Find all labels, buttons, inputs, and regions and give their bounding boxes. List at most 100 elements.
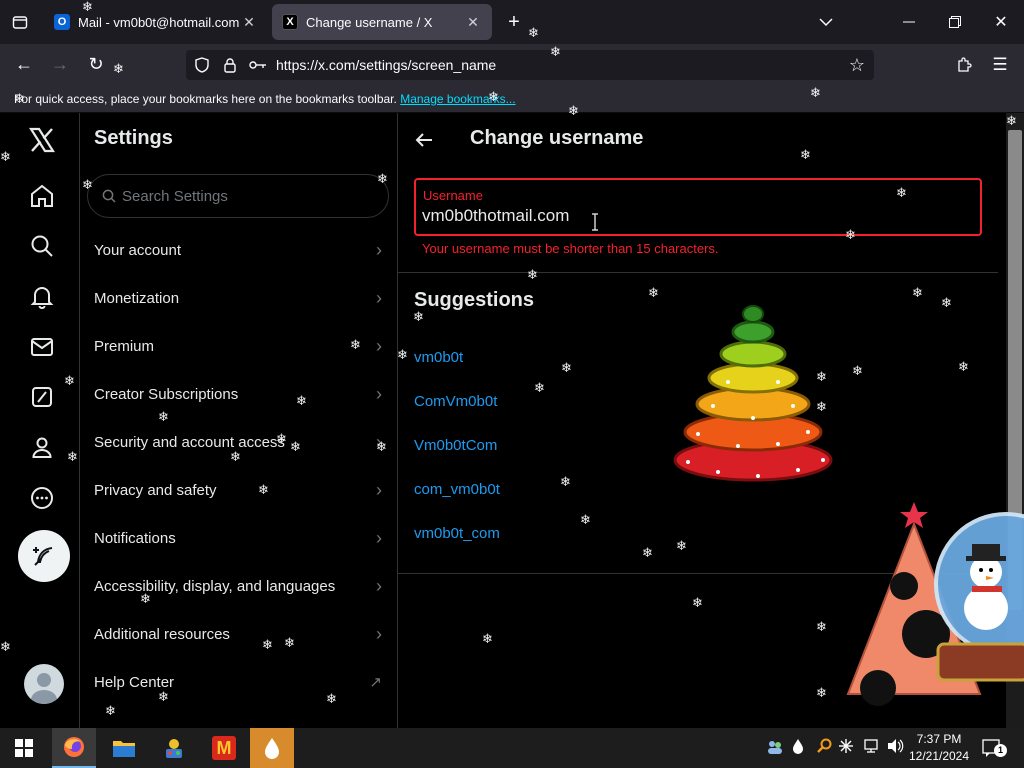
snowflake-decoration: ❄	[488, 89, 499, 104]
settings-item-notifications[interactable]: Notifications ›	[80, 514, 398, 562]
snowflake-decoration: ❄	[67, 449, 78, 464]
snowflake-decoration: ❄	[158, 409, 169, 424]
close-window-icon[interactable]: ✕	[988, 10, 1014, 34]
compose-post-button[interactable]	[18, 530, 70, 582]
notification-center-icon[interactable]: 1	[982, 738, 1007, 758]
volume-icon[interactable]	[886, 738, 904, 756]
reload-icon[interactable]: ↻	[84, 52, 108, 76]
drop-tray-icon[interactable]	[792, 738, 806, 756]
external-link-icon: ↗	[369, 674, 382, 691]
extensions-icon[interactable]	[952, 54, 976, 76]
mcdonalds-icon: M	[212, 736, 236, 760]
snowflake-decoration: ❄	[845, 227, 856, 242]
lock-icon[interactable]	[220, 54, 240, 76]
snowflake-decoration: ❄	[580, 512, 591, 527]
snowflake-decoration: ❄	[642, 545, 653, 560]
snowflake-decoration: ❄	[912, 285, 923, 300]
chevron-right-icon: ›	[376, 527, 382, 548]
close-tab-icon[interactable]: ✕	[464, 14, 482, 31]
people-tray-icon[interactable]	[766, 738, 784, 756]
settings-item-additional-resources[interactable]: Additional resources ›	[80, 610, 398, 658]
snowflake-decoration: ❄	[896, 185, 907, 200]
suggestion-link[interactable]: ComVm0b0t	[414, 393, 497, 410]
chevron-right-icon: ›	[376, 623, 382, 644]
system-clock[interactable]: 7:37 PM 12/21/2024	[904, 731, 974, 765]
avatar[interactable]	[24, 664, 64, 704]
start-button[interactable]	[2, 728, 46, 768]
tab-change-username[interactable]: X Change username / X ✕	[272, 4, 492, 40]
more-icon[interactable]	[20, 476, 64, 520]
username-input[interactable]	[422, 206, 962, 226]
suggestion-link[interactable]: vm0b0t_com	[414, 525, 500, 542]
folder-icon	[113, 741, 135, 757]
settings-item-monetization[interactable]: Monetization ›	[80, 274, 398, 322]
suggestion-link[interactable]: vm0b0t	[414, 349, 463, 366]
notifications-bell-icon[interactable]	[20, 275, 64, 319]
messages-mail-icon[interactable]	[20, 325, 64, 369]
search-tray-icon[interactable]	[816, 738, 832, 756]
settings-item-accessibility[interactable]: Accessibility, display, and languages ›	[80, 562, 398, 610]
notification-count-badge: 1	[994, 744, 1007, 757]
bookmarks-message: For quick access, place your bookmarks h…	[14, 92, 397, 106]
chevron-right-icon: ›	[376, 383, 382, 404]
windows-icon	[15, 739, 33, 757]
settings-item-label: Additional resources	[94, 625, 230, 643]
snowflake-decoration: ❄	[82, 177, 93, 192]
snowflake-decoration: ❄	[1006, 113, 1017, 128]
snowflake-decoration: ❄	[568, 103, 579, 118]
tab-list-icon[interactable]	[8, 10, 32, 34]
settings-item-help-center[interactable]: Help Center ↗	[80, 658, 398, 706]
snowflake-decoration: ❄	[648, 285, 659, 300]
snowflake-decoration: ❄	[376, 439, 387, 454]
snowflake-decoration: ❄	[560, 474, 571, 489]
settings-item-creator-subscriptions[interactable]: Creator Subscriptions ›	[80, 370, 398, 418]
network-icon[interactable]	[862, 738, 880, 756]
settings-item-privacy[interactable]: Privacy and safety ›	[80, 466, 398, 514]
tab-title: Change username / X	[306, 14, 433, 30]
menu-icon[interactable]: ☰	[988, 54, 1012, 76]
snowflake-decoration: ❄	[82, 0, 93, 14]
game-icon	[166, 739, 182, 758]
key-icon[interactable]	[248, 54, 268, 76]
snowflake-decoration: ❄	[258, 482, 269, 497]
firefox-icon	[64, 737, 84, 757]
app-taskbar-button[interactable]	[152, 728, 196, 768]
drop-app-taskbar-button[interactable]	[250, 728, 294, 768]
home-icon[interactable]	[20, 174, 64, 218]
tab-mail[interactable]: O Mail - vm0b0t@hotmail.com - ✕	[44, 4, 268, 40]
forward-icon[interactable]: →	[48, 52, 72, 76]
minimize-icon[interactable]	[896, 10, 922, 34]
firefox-taskbar-button[interactable]	[52, 728, 96, 768]
shield-icon[interactable]	[192, 54, 212, 76]
x-logo-icon[interactable]	[20, 118, 64, 162]
chevron-right-icon: ›	[376, 287, 382, 308]
snowflake-decoration: ❄	[561, 360, 572, 375]
settings-item-label: Help Center	[94, 673, 175, 691]
profile-icon[interactable]	[20, 425, 64, 469]
file-explorer-taskbar-button[interactable]	[102, 728, 146, 768]
new-tab-icon[interactable]: +	[502, 10, 526, 34]
url-text[interactable]: https://x.com/settings/screen_name	[276, 57, 496, 73]
back-icon[interactable]: ←	[12, 52, 36, 76]
bookmarks-toolbar: For quick access, place your bookmarks h…	[0, 86, 1024, 113]
suggestion-link[interactable]: com_vm0b0t	[414, 481, 500, 498]
search-input[interactable]	[122, 187, 362, 205]
back-arrow-icon[interactable]	[412, 128, 436, 152]
suggestion-link[interactable]: Vm0b0tCom	[414, 437, 497, 454]
snowflake-decoration: ❄	[527, 267, 538, 282]
list-all-tabs-icon[interactable]	[814, 10, 838, 34]
snow-globe-decoration	[846, 502, 1024, 706]
search-settings[interactable]	[87, 174, 389, 218]
snowflake-decoration: ❄	[64, 373, 75, 388]
snowflake-decoration: ❄	[377, 171, 388, 186]
grok-icon[interactable]	[20, 375, 64, 419]
explore-search-icon[interactable]	[20, 224, 64, 268]
username-error: Your username must be shorter than 15 ch…	[422, 241, 719, 256]
restore-icon[interactable]	[942, 10, 968, 34]
mcdonalds-taskbar-button[interactable]: M	[202, 728, 246, 768]
settings-item-label: Premium	[94, 337, 155, 355]
settings-item-your-account[interactable]: Your account ›	[80, 226, 398, 274]
bookmark-star-icon[interactable]: ☆	[846, 54, 868, 76]
close-tab-icon[interactable]: ✕	[240, 14, 258, 31]
snowflake-tray-icon[interactable]	[838, 738, 854, 756]
